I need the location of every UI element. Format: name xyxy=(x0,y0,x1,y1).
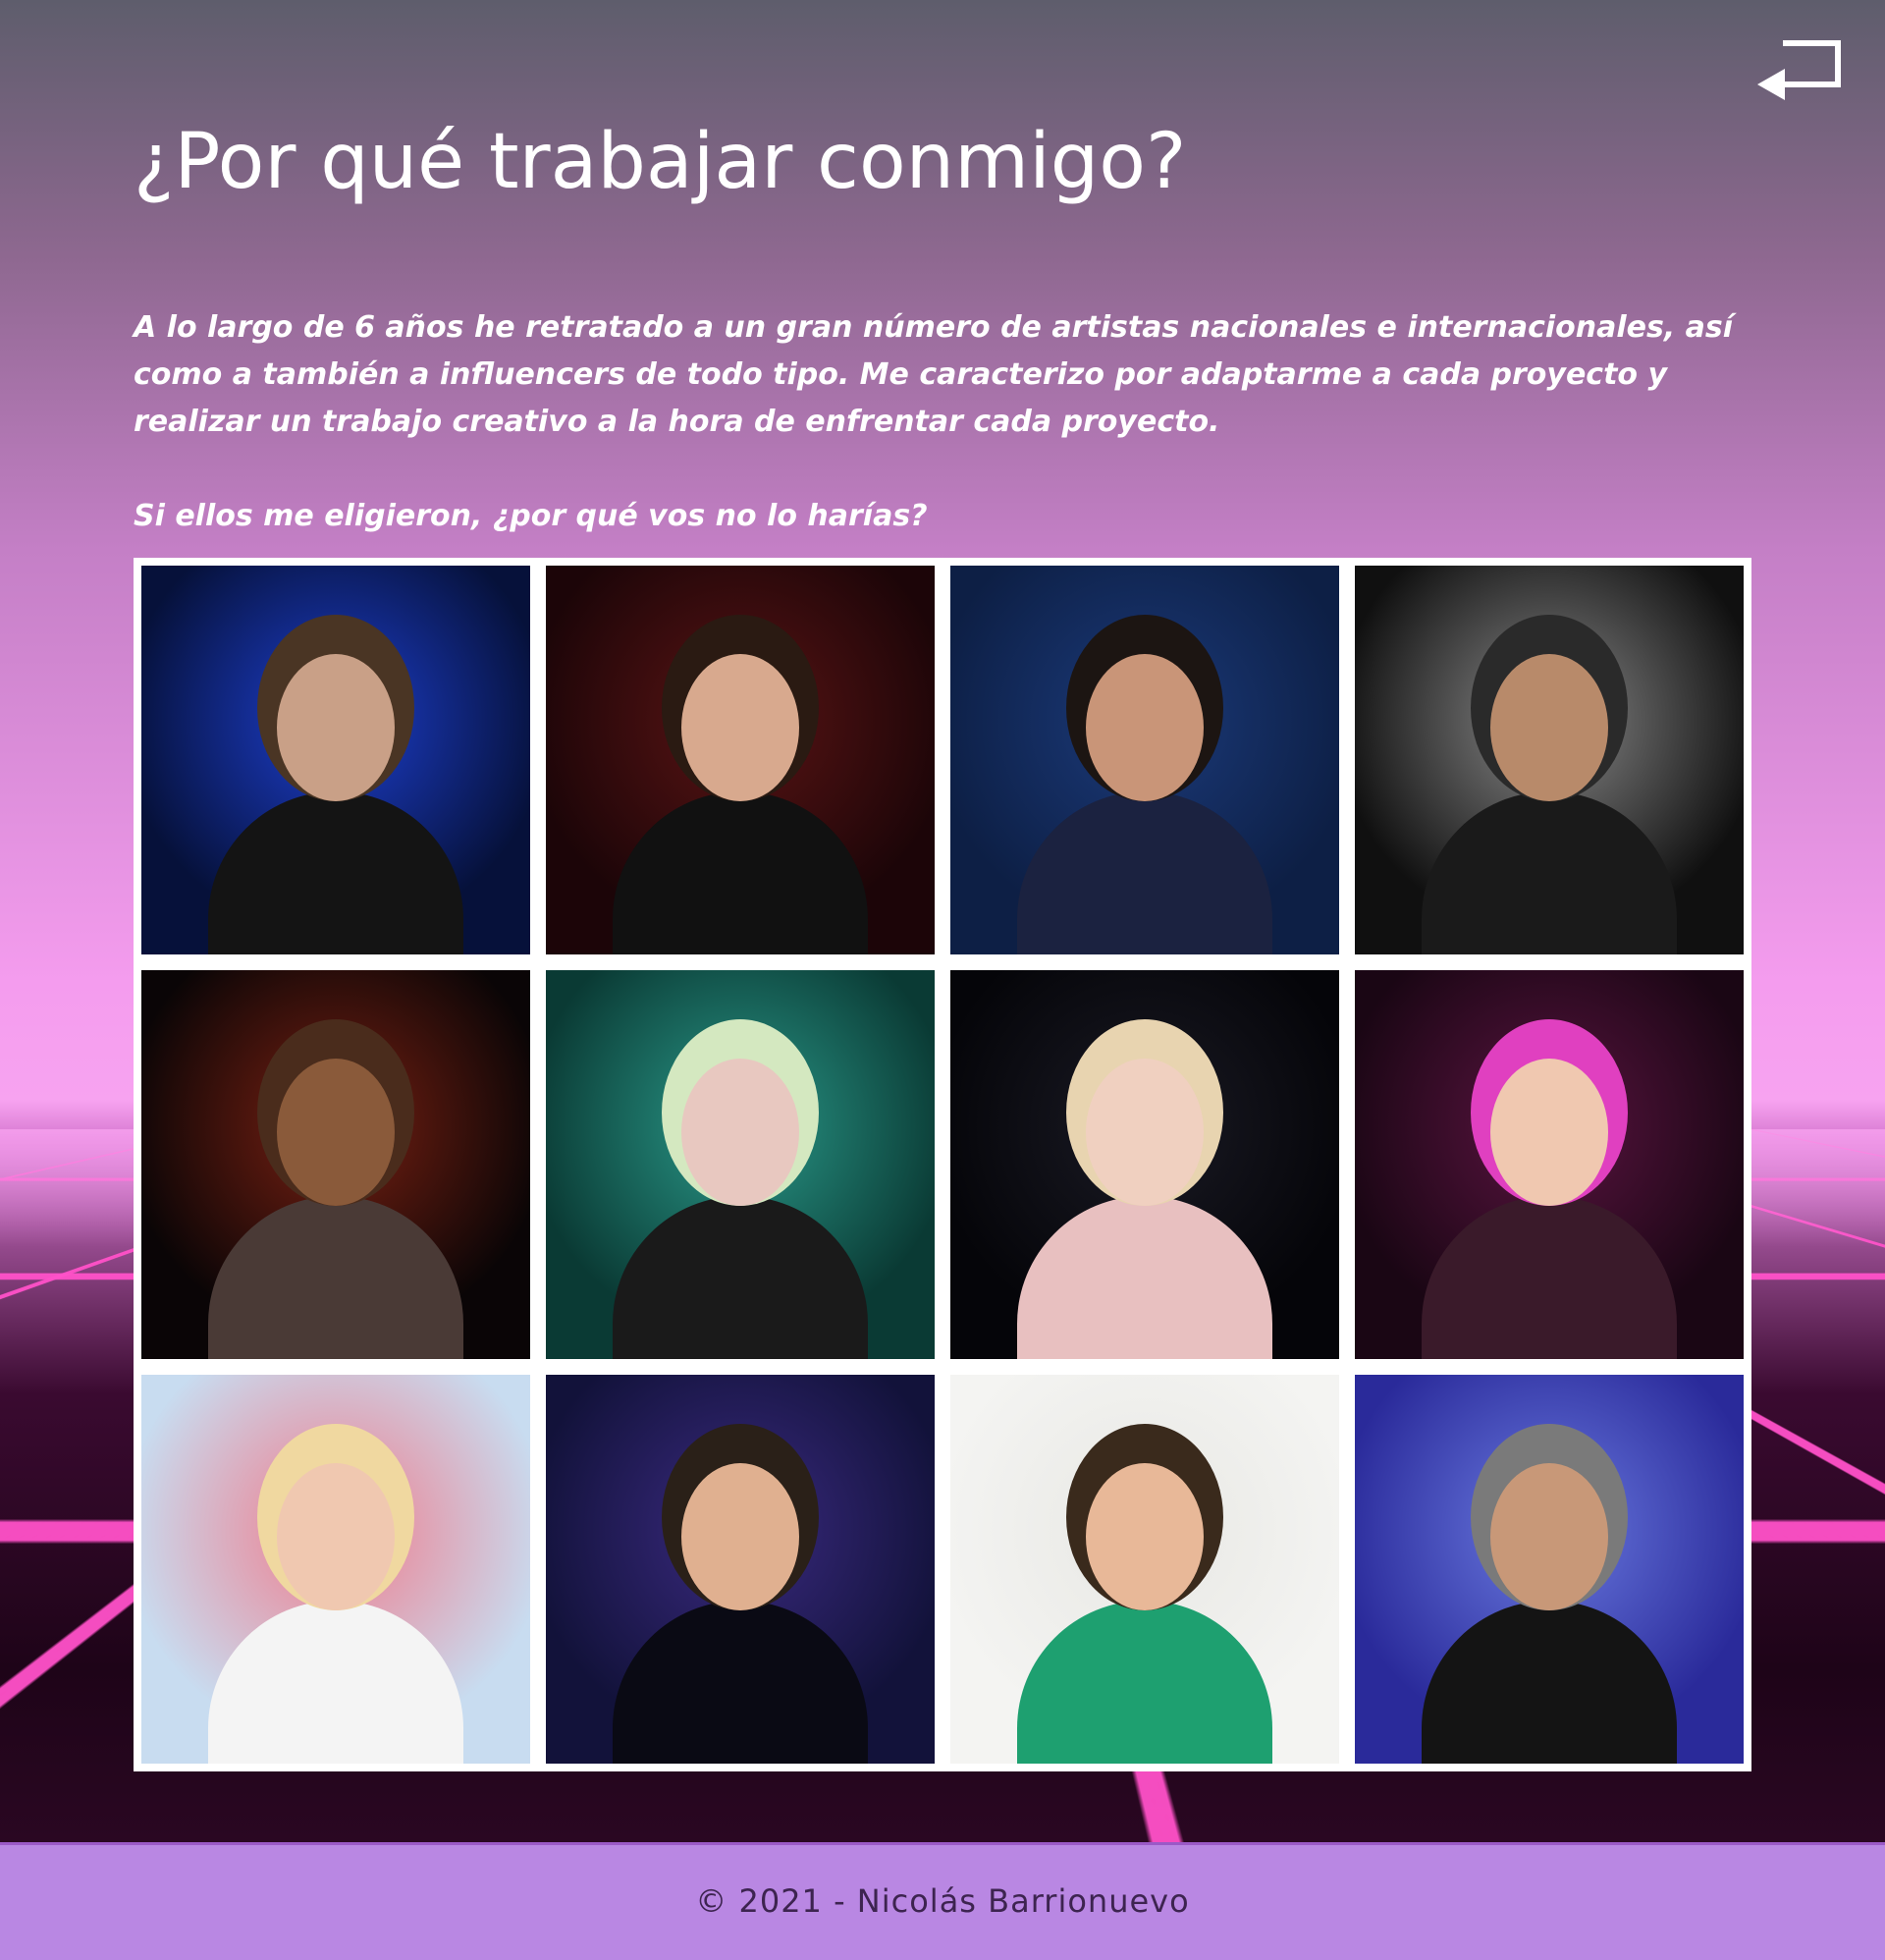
gallery-photo-portrait-leather-jacket[interactable] xyxy=(546,566,935,954)
subject-body xyxy=(208,791,463,954)
intro-paragraph: A lo largo de 6 años he retratado a un g… xyxy=(134,310,1734,439)
subject-body xyxy=(1017,1601,1272,1764)
intro-question: Si ellos me eligieron, ¿por qué vos no l… xyxy=(134,499,928,533)
subject-face xyxy=(681,654,799,801)
subject-face xyxy=(681,1059,799,1206)
copyright-text: © 2021 - Nicolás Barrionuevo xyxy=(695,1882,1190,1920)
subject-face xyxy=(277,1059,395,1206)
subject-body xyxy=(613,1601,868,1764)
subject-face xyxy=(1086,1059,1204,1206)
subject-face xyxy=(1086,654,1204,801)
gallery-photo-portrait-bearded-man[interactable] xyxy=(141,566,530,954)
gallery-photo-rainbow-hair-smile[interactable] xyxy=(1355,970,1744,1359)
subject-face xyxy=(681,1463,799,1610)
subject-face xyxy=(1490,654,1608,801)
gallery-photo-portrait-sunglasses[interactable] xyxy=(950,566,1339,954)
subject-body xyxy=(613,791,868,954)
portfolio-gallery xyxy=(134,558,1751,1771)
gallery-photo-horror-mask[interactable] xyxy=(141,970,530,1359)
gallery-photo-green-sweater-point[interactable] xyxy=(950,1375,1339,1764)
subject-face xyxy=(1086,1463,1204,1610)
subject-face xyxy=(1490,1463,1608,1610)
subject-body xyxy=(1422,1601,1677,1764)
gallery-photo-portrait-hand-chin[interactable] xyxy=(546,1375,935,1764)
gallery-photo-concert-blue-stage[interactable] xyxy=(1355,1375,1744,1764)
subject-face xyxy=(1490,1059,1608,1206)
gallery-photo-smoke-flares-outdoor[interactable] xyxy=(141,1375,530,1764)
subject-face xyxy=(277,654,395,801)
gallery-photo-white-hair-hand-face[interactable] xyxy=(546,970,935,1359)
subject-body xyxy=(208,1601,463,1764)
subject-face xyxy=(277,1463,395,1610)
return-arrow-icon[interactable] xyxy=(1755,35,1846,114)
gallery-photo-concert-guitarist[interactable] xyxy=(1355,566,1744,954)
footer: © 2021 - Nicolás Barrionuevo xyxy=(0,1842,1885,1960)
subject-body xyxy=(1017,791,1272,954)
subject-body xyxy=(613,1196,868,1359)
gallery-photo-blonde-pink-hoodie[interactable] xyxy=(950,970,1339,1359)
page-title: ¿Por qué trabajar conmigo? xyxy=(134,118,1187,206)
subject-body xyxy=(1017,1196,1272,1359)
subject-body xyxy=(1422,1196,1677,1359)
subject-body xyxy=(1422,791,1677,954)
subject-body xyxy=(208,1196,463,1359)
